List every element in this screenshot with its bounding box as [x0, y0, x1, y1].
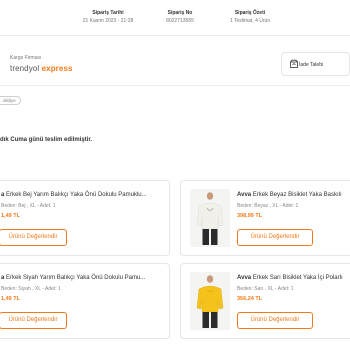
product-meta: Beden: Bej , XL - Adet: 1 — [1, 203, 56, 209]
delivery-status-text: dık Cuma günü teslim edilmiştir. — [0, 137, 93, 143]
product-card: a Erkek Siyah Yarım Balıkçı Yaka Önü Dok… — [0, 263, 170, 339]
product-name: Erkek Bej Yarım Balıkçı Yaka Önü Dokulu … — [6, 192, 147, 198]
review-product-button[interactable]: Ürünü Değerlendir — [0, 312, 67, 329]
product-price: 1,49 TL — [1, 296, 20, 302]
product-card: Avva Erkek Sarı Bisiklet Yaka İçi Polarl… — [180, 263, 350, 339]
product-brand: a — [1, 192, 5, 198]
product-price: 1,49 TL — [1, 213, 20, 219]
product-price: 398,99 TL — [237, 213, 263, 219]
product-name: Erkek Sarı Bisiklet Yaka İçi Polarlı — [252, 275, 343, 281]
review-product-button[interactable]: Ürünü Değerlendir — [237, 229, 313, 246]
product-name: Erkek Siyah Yarım Balıkçı Yaka Önü Dokul… — [6, 275, 146, 281]
product-meta: Beden: Beyaz , XL - Adet: 1 — [237, 203, 299, 209]
review-product-button[interactable]: Ürünü Değerlendir — [237, 312, 313, 329]
return-box-icon — [290, 59, 298, 68]
product-meta: Beden: Siyah , XL - Adet: 1 — [1, 286, 61, 292]
product-title: Avva Erkek Sarı Bisiklet Yaka İçi Polarl… — [237, 274, 343, 282]
product-price: 356,24 TL — [237, 296, 263, 302]
review-product-button[interactable]: Ürünü Değerlendir — [0, 229, 67, 246]
product-card: a Erkek Bej Yarım Balıkçı Yaka Önü Dokul… — [0, 180, 170, 256]
product-meta: Beden: Sarı , XL - Adet: 1 — [237, 286, 294, 292]
order-overview: Sipariş Özeti 1 Teslimat, 4 Ürün — [205, 9, 295, 25]
product-brand: Avva — [237, 275, 252, 281]
yellow-sweater-image — [190, 272, 230, 330]
cargo-logo-accent: express — [41, 64, 73, 73]
white-sweater-image — [190, 189, 230, 247]
order-overview-value: 1 Teslimat, 4 Ürün — [229, 18, 271, 24]
product-title: Avva Erkek Beyaz Bisiklet Yaka Baskılı — [237, 191, 342, 199]
product-name: Erkek Beyaz Bisiklet Yaka Baskılı — [252, 192, 342, 198]
order-summary: Sipariş Tarihi 21 Kasım 2023 - 21:28 Sip… — [0, 0, 350, 36]
product-title: a Erkek Bej Yarım Balıkçı Yaka Önü Dokul… — [1, 191, 147, 199]
cargo-logo: trendyol express — [10, 64, 73, 73]
product-card: Avva Erkek Beyaz Bisiklet Yaka Baskılı B… — [180, 180, 350, 256]
product-brand: a — [1, 275, 5, 281]
return-request-button[interactable]: İade Talebi — [281, 52, 350, 76]
order-overview-label: Sipariş Özeti — [234, 10, 266, 16]
product-image[interactable] — [190, 189, 230, 247]
cargo-label: Kargo Firması — [10, 55, 42, 61]
return-request-label: İade Talebi — [299, 62, 324, 68]
cargo-logo-main: trendyol — [10, 64, 42, 73]
product-brand: Avva — [237, 192, 252, 198]
status-badge: dildiye — [0, 96, 21, 105]
product-title: a Erkek Siyah Yarım Balıkçı Yaka Önü Dok… — [1, 274, 145, 282]
product-image[interactable] — [190, 272, 230, 330]
